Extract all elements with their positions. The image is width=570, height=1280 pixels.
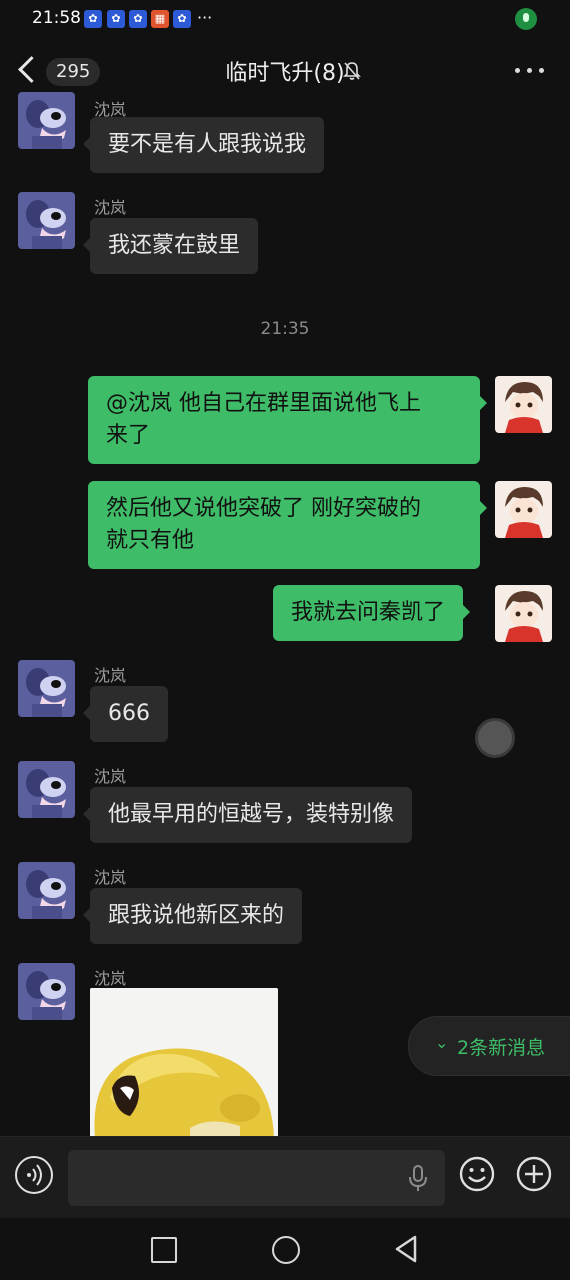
microphone-icon[interactable] (407, 1164, 429, 1192)
sender-name: 沈岚 (94, 198, 127, 217)
app-icon: ✿ (84, 10, 102, 28)
message-bubble[interactable]: 666 (83, 686, 168, 742)
message-timestamp: 21:35 (0, 319, 570, 339)
sender-name: 沈岚 (94, 767, 127, 786)
recent-apps-icon[interactable] (151, 1237, 177, 1263)
sender-avatar[interactable] (18, 660, 75, 717)
message-text-line: 来了 (106, 423, 151, 448)
message-text: 我还蒙在鼓里 (108, 233, 241, 258)
app-icon: ✿ (173, 10, 191, 28)
system-navigation-bar (0, 1218, 570, 1280)
double-chevron-down-icon: ⌄ (435, 1033, 449, 1052)
message-bubble-outgoing[interactable]: 然后他又说他突破了 刚好突破的 就只有他 (88, 481, 487, 569)
message-input[interactable] (68, 1150, 445, 1206)
voice-wave-icon (27, 1164, 42, 1186)
app-icon-red: ▦ (151, 10, 169, 28)
message-text: 要不是有人跟我说我 (108, 132, 307, 157)
my-avatar[interactable] (495, 481, 552, 538)
sender-name: 沈岚 (94, 666, 127, 685)
message-bubble[interactable]: 我还蒙在鼓里 (82, 218, 259, 274)
sender-avatar[interactable] (18, 862, 75, 919)
message-bubble[interactable]: 他最早用的恒越号，装特别像 (82, 787, 413, 843)
new-messages-label: 2条新消息 (457, 1037, 546, 1059)
new-messages-button[interactable]: ⌄ 2条新消息 (408, 1016, 570, 1076)
message-text: 跟我说他新区来的 (108, 903, 285, 928)
emoji-icon[interactable] (459, 1156, 495, 1192)
my-avatar[interactable] (495, 585, 552, 642)
sender-avatar[interactable] (18, 761, 75, 818)
status-time: 21:58 (32, 8, 81, 28)
voice-input-button[interactable] (15, 1156, 53, 1194)
message-bubble-outgoing[interactable]: @沈岚 他自己在群里面说他飞上 来了 (88, 376, 487, 464)
more-notifications-icon: ··· (197, 8, 213, 27)
sticker-image[interactable] (90, 988, 278, 1138)
message-text: 666 (108, 701, 150, 726)
my-avatar[interactable] (495, 376, 552, 433)
message-bubble[interactable]: 跟我说他新区来的 (82, 888, 303, 944)
message-text-line: 然后他又说他突破了 刚好突破的 (106, 496, 421, 521)
floating-assist-button[interactable] (475, 718, 515, 758)
message-text: 我就去问秦凯了 (291, 600, 446, 625)
chat-header: 295 临时飞升(8) (0, 38, 570, 106)
sender-avatar[interactable] (18, 92, 75, 149)
sender-name: 沈岚 (94, 969, 127, 988)
message-text: 他最早用的恒越号，装特别像 (108, 802, 395, 827)
more-options-icon[interactable] (515, 68, 545, 76)
app-icon: ✿ (129, 10, 147, 28)
back-triangle-icon[interactable] (393, 1234, 419, 1264)
status-bar: 21:58 ✿ ✿ ✿ ▦ ✿ ··· (0, 0, 570, 38)
mute-bell-icon (343, 62, 361, 80)
message-bubble[interactable]: 要不是有人跟我说我 (82, 117, 325, 173)
sender-name: 沈岚 (94, 868, 127, 887)
home-icon[interactable] (272, 1236, 300, 1264)
chat-title: 临时飞升(8) (0, 55, 570, 87)
microphone-in-use-icon (515, 8, 537, 30)
message-text-line: @沈岚 他自己在群里面说他飞上 (106, 391, 421, 416)
plus-icon[interactable] (516, 1156, 552, 1192)
timestamp-text: 21:35 (260, 319, 310, 339)
message-text-line: 就只有他 (106, 528, 195, 553)
chat-title-text: 临时飞升(8) (225, 61, 345, 86)
message-bubble-outgoing[interactable]: 我就去问秦凯了 (273, 585, 471, 641)
input-bar (0, 1136, 570, 1219)
sender-avatar[interactable] (18, 192, 75, 249)
sender-avatar[interactable] (18, 963, 75, 1020)
app-icon: ✿ (107, 10, 125, 28)
